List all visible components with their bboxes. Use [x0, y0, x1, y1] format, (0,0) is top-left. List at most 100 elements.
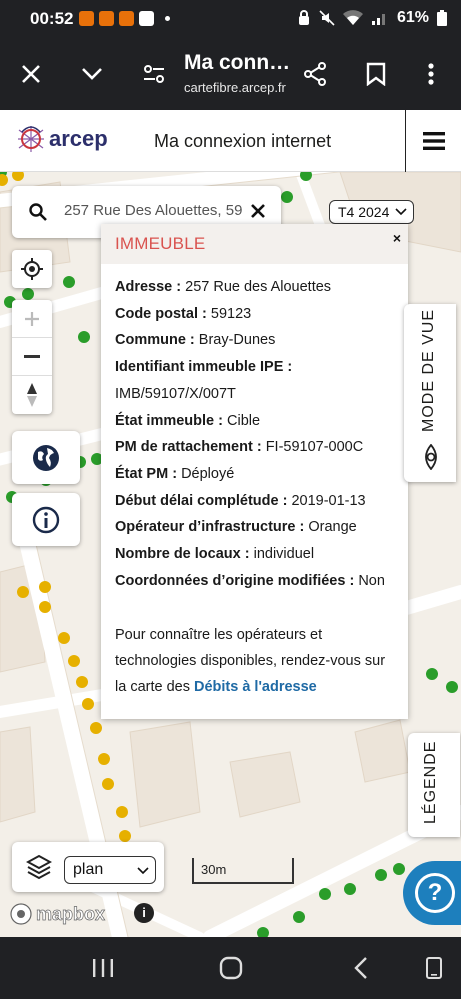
more-options-button[interactable] — [413, 56, 449, 92]
clear-search-button[interactable] — [246, 199, 270, 223]
popup-row-label: PM de rattachement : — [115, 439, 262, 455]
period-select-value: T4 2024 — [338, 204, 390, 220]
popup-row-label: Nombre de locaux : — [115, 546, 250, 562]
reset-north-button[interactable] — [12, 376, 52, 414]
eye-icon — [425, 444, 437, 470]
popup-row: Début délai complétude : 2019-01-13 — [115, 493, 366, 509]
info-icon — [32, 506, 60, 533]
info-button[interactable] — [12, 493, 80, 546]
popup-row: Identifiant immeuble IPE : — [115, 359, 292, 375]
recents-icon — [93, 959, 113, 977]
map[interactable]: 257 Rue Des Alouettes, 59 T4 2024 IMMEUB… — [0, 172, 461, 937]
popup-row-value: Bray-Dunes — [198, 332, 276, 348]
zoom-out-button[interactable] — [12, 338, 52, 376]
search-icon — [29, 203, 47, 221]
minimize-button[interactable] — [74, 56, 110, 92]
share-button[interactable] — [297, 56, 333, 92]
arcep-logo-mark — [18, 126, 44, 152]
compass-icon — [27, 383, 37, 407]
status-time: 00:52 — [30, 9, 74, 28]
popup-row-label: Identifiant immeuble IPE : — [115, 359, 293, 375]
browser-toolbar: Ma conn… cartefibre.arcep.fr — [0, 38, 461, 110]
search-input[interactable]: 257 Rue Des Alouettes, 59 — [64, 202, 246, 219]
page-title: Ma conn… — [184, 51, 291, 74]
mapbox-attribution[interactable]: mapbox — [10, 903, 105, 925]
popup-row-value: individuel — [253, 546, 315, 562]
help-icon: ? — [415, 873, 455, 913]
notification-icon — [79, 11, 94, 26]
clear-icon — [251, 204, 265, 218]
zoom-in-icon — [25, 311, 39, 326]
popup-row-label: Adresse : — [115, 279, 182, 295]
chevron-down-icon — [395, 208, 407, 216]
scale-label: 30m — [201, 862, 227, 877]
scale-bar: 30m — [192, 858, 294, 884]
globe-button[interactable] — [12, 431, 80, 484]
page-settings-button[interactable] — [136, 56, 172, 92]
chevron-down-icon — [82, 68, 102, 80]
close-tab-button[interactable] — [13, 56, 49, 92]
bookmark-button[interactable] — [358, 56, 394, 92]
geolocate-control — [12, 250, 52, 288]
popup-row: Code postal : 59123 — [115, 306, 251, 322]
popup-row: IMB/59107/X/007T — [115, 386, 236, 402]
popup-row: Nombre de locaux : individuel — [115, 546, 314, 562]
popup-row-label: Coordonnées d’origine modifiées : — [115, 573, 355, 589]
alarm-icon — [298, 10, 309, 25]
popup-row-value: 59123 — [210, 306, 252, 322]
phone-icon — [426, 957, 442, 979]
mute-icon — [319, 10, 335, 26]
layers-control: plan — [12, 842, 164, 892]
debits-link[interactable]: Débits à l'adresse — [194, 679, 317, 695]
keyboard-button[interactable] — [419, 955, 449, 981]
building-popup: IMMEUBLE × Adresse : 257 Rue des Alouett… — [101, 224, 408, 719]
popup-row: Opérateur d’infrastructure : Orange — [115, 519, 357, 535]
popup-row-value: 2019-01-13 — [291, 493, 366, 509]
notification-icon — [139, 11, 154, 26]
share-icon — [304, 62, 326, 86]
popup-title: IMMEUBLE — [115, 234, 206, 253]
menu-button[interactable] — [405, 110, 461, 172]
back-button[interactable] — [346, 955, 376, 981]
geolocate-button[interactable] — [12, 250, 52, 288]
period-select[interactable]: T4 2024 — [329, 200, 414, 224]
popup-row-label: État immeuble : — [115, 413, 223, 429]
layers-icon — [26, 854, 52, 880]
popup-row: Commune : Bray-Dunes — [115, 332, 275, 348]
close-icon — [22, 65, 40, 83]
recent-apps-button[interactable] — [88, 955, 118, 981]
popup-row-value: FI-59107-000C — [265, 439, 364, 455]
home-button[interactable] — [216, 955, 246, 981]
arcep-logo[interactable]: arcep — [16, 124, 108, 154]
battery-percent: 61% — [396, 9, 429, 26]
popup-row: État immeuble : Cible — [115, 413, 260, 429]
mapbox-label: mapbox — [36, 903, 106, 924]
mapbox-logo-icon — [10, 903, 32, 925]
zoom-in-button[interactable] — [12, 300, 52, 338]
basemap-select[interactable]: plan — [64, 856, 156, 884]
attribution-info-button[interactable]: i — [134, 903, 154, 923]
back-icon — [354, 957, 367, 979]
bookmark-icon — [366, 62, 386, 86]
zoom-control — [12, 300, 52, 414]
page-url[interactable]: cartefibre.arcep.fr — [184, 80, 286, 95]
popup-row-value: Déployé — [181, 466, 235, 482]
site-header: arcep Ma connexion internet — [0, 110, 461, 172]
signal-icon — [371, 14, 385, 25]
popup-row-label: Commune : — [115, 332, 195, 348]
globe-icon — [33, 444, 59, 471]
legend-tab[interactable]: LÉGENDE — [408, 733, 460, 837]
popup-row-label: État PM : — [115, 466, 178, 482]
site-title: Ma connexion internet — [154, 131, 332, 151]
view-mode-tab[interactable]: MODE DE VUE — [404, 304, 456, 482]
battery-icon — [437, 10, 447, 26]
logo-text: arcep — [49, 126, 108, 151]
popup-close-button[interactable]: × — [393, 230, 401, 246]
status-bar: 00:52 61% — [0, 0, 461, 38]
home-icon — [219, 956, 243, 980]
popup-row: PM de rattachement : FI-59107-000C — [115, 439, 363, 455]
system-nav-bar — [0, 937, 461, 999]
notification-dot — [165, 16, 170, 21]
help-button[interactable]: ? — [403, 861, 461, 925]
notification-icon — [99, 11, 114, 26]
